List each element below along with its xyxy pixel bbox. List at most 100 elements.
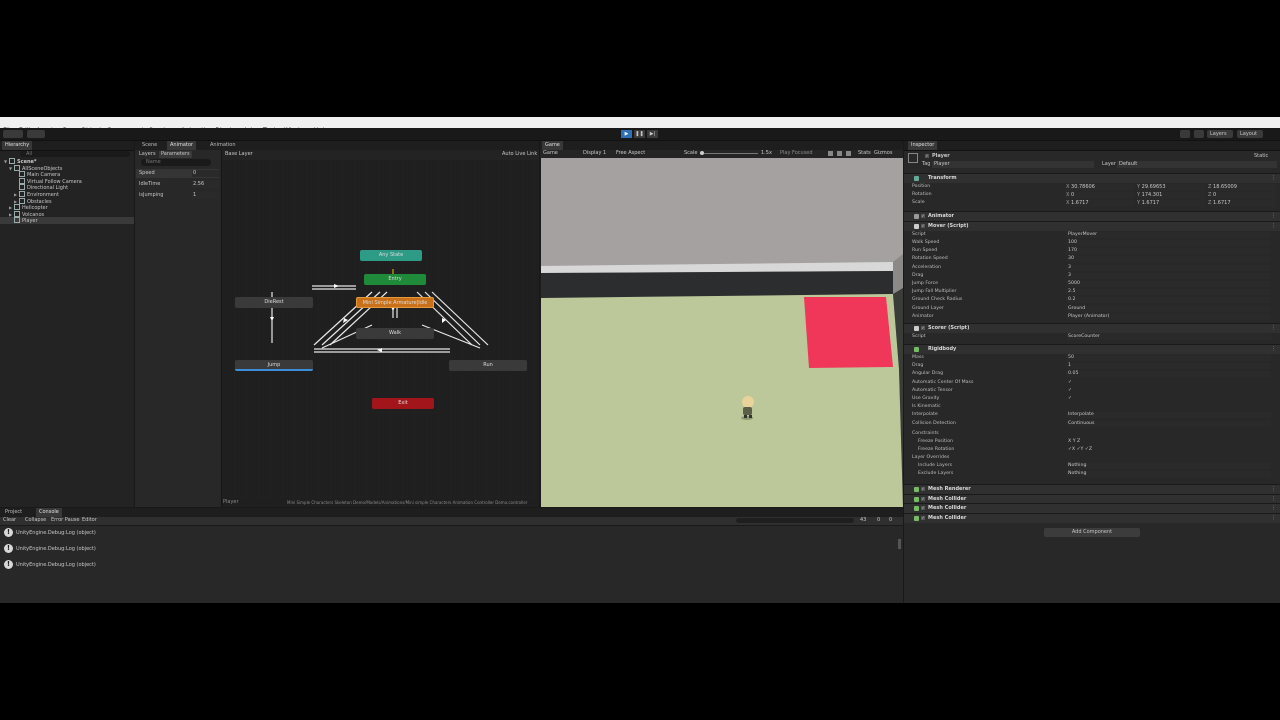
component-header-mesh-collider[interactable]: ✓ Mesh Collider ⋮ [904,512,1280,523]
clear-button[interactable]: Clear [3,517,16,524]
component-header-mesh-collider[interactable]: ✓ Mesh Collider ⋮ [904,503,1280,513]
enabled-checkbox[interactable]: ✓ [921,506,925,510]
constraints-label[interactable]: Constraints [912,431,939,437]
active-checkbox[interactable]: ✓ [925,154,929,158]
mover-field[interactable]: 30 [1066,256,1271,263]
mover-field[interactable]: 5000 [1066,281,1271,287]
console-log-row[interactable]: ! UnityEngine.Debug:Log (object) [0,542,900,558]
rigidbody-field[interactable] [1066,404,1271,410]
tab-inspector[interactable]: Inspector [908,141,938,150]
tab-animator[interactable]: Animator [167,141,196,150]
console-scrollbar[interactable] [898,539,901,549]
warn-count[interactable]: 43 [860,517,866,524]
rigidbody-field[interactable]: ✓ [1066,380,1271,386]
transform-scale-x-field[interactable]: X 1.6717 [1066,200,1134,207]
add-component-button[interactable]: Add Component [1044,528,1140,537]
rigidbody-field[interactable]: ✓ [1066,388,1271,394]
stats-button[interactable]: Stats [858,150,871,157]
mover-script-field[interactable]: PlayerMover [1066,232,1271,238]
history-icon[interactable] [1180,130,1190,138]
console-search-input[interactable] [736,518,854,523]
state-walk[interactable]: Walk [356,328,434,339]
mover-script-header[interactable]: ✓ Mover (Script) ⋮ [904,221,1280,231]
transform-position-label[interactable]: Position [912,184,930,190]
transform-position-y-field[interactable]: Y 29.69653 [1137,184,1205,191]
mover-field[interactable]: Player (Animator) [1066,313,1271,320]
mover-field[interactable]: 0.2 [1066,297,1271,304]
hierarchy-search-input[interactable]: All [20,151,130,157]
step-button[interactable]: ▶| [647,130,658,138]
parameter-value-input[interactable]: 2.56 [192,181,219,188]
mover-field[interactable]: 3 [1066,272,1271,279]
aspect-dropdown[interactable]: Free Aspect [616,150,645,157]
layer-dropdown[interactable]: Default [1117,161,1277,168]
state-jump[interactable]: Jump [235,360,313,371]
scale-slider[interactable] [700,151,758,155]
state-any-state[interactable]: Any State [360,250,422,261]
include-layers-dropdown[interactable]: Nothing [1066,463,1271,469]
error-count[interactable]: 0 [877,517,880,524]
component-header-mesh-renderer[interactable]: ✓ Mesh Renderer ⋮ [904,484,1280,494]
transform-position-z-field[interactable]: Z 18.65009 [1208,184,1276,191]
exclude-layers-dropdown[interactable]: Nothing [1066,471,1271,477]
object-name-field[interactable]: Player [932,153,950,160]
state-run[interactable]: Run [449,360,527,371]
static-toggle[interactable]: Static [1254,153,1268,160]
parameters-tab[interactable]: Parameters [159,151,192,158]
rigidbody-field[interactable]: 0.05 [1066,371,1271,378]
mover-field[interactable]: 3 [1066,264,1271,271]
transform-rotation-x-field[interactable]: X 0 [1066,192,1134,199]
tab-game[interactable]: Game [542,141,563,150]
editor-dropdown[interactable]: Editor [82,517,97,524]
search-icon[interactable] [1194,130,1204,138]
component-menu-icon[interactable]: ⋮ [1271,514,1276,523]
mute-icon[interactable] [828,151,833,156]
cloud-button[interactable] [27,130,45,138]
parameter-row[interactable]: IdleTime 2.56 [136,180,219,189]
mover-field[interactable]: 170 [1066,248,1271,255]
component-menu-icon[interactable]: ⋮ [1271,174,1276,183]
tab-console[interactable]: Console [36,508,62,517]
parameter-search-input[interactable]: Name [141,159,211,166]
play-focused-dropdown[interactable]: Play Focused [780,150,813,157]
tab-hierarchy[interactable]: Hierarchy [2,141,33,150]
rigidbody-header[interactable]: Rigidbody ⋮ [904,344,1280,354]
scale-slider-handle[interactable] [700,151,704,155]
scorer-script-header[interactable]: ✓ Scorer (Script) ⋮ [904,323,1280,333]
scorer-script-field[interactable]: ScoreCounter [1066,334,1271,340]
hierarchy-item[interactable]: Player [0,217,134,225]
state-idle[interactable]: Mini Simple Armature|Idle [356,297,434,308]
freeze-rotation-toggles[interactable]: ✓X ✓Y ✓Z [1066,447,1271,453]
rigidbody-field[interactable]: 1 [1066,363,1271,370]
transform-scale-z-field[interactable]: Z 1.6717 [1208,200,1276,207]
animator-header[interactable]: ✓ Animator ⋮ [904,211,1280,221]
audio-icon[interactable] [837,151,842,156]
base-layer-breadcrumb[interactable]: Base Layer [225,151,253,158]
transform-position-x-field[interactable]: X 30.78606 [1066,184,1134,191]
freeze-position-toggles[interactable]: X Y Z [1066,439,1271,445]
mover-field[interactable]: Ground [1066,305,1271,312]
tab-project[interactable]: Project [2,508,25,517]
game-mode-dropdown[interactable]: Game [543,150,558,157]
rigidbody-field[interactable]: ✓ [1066,396,1271,402]
parameter-row[interactable]: isJumping 1 [136,191,219,200]
collapse-button[interactable]: Collapse [25,517,46,524]
gizmos-button[interactable]: Gizmos [874,150,892,157]
tag-dropdown[interactable]: Player [932,161,1094,168]
enabled-checkbox[interactable]: ✓ [921,496,925,501]
rigidbody-field[interactable]: Interpolate [1066,412,1271,419]
mover-field[interactable]: 100 [1066,240,1271,246]
transform-rotation-z-field[interactable]: Z 0 [1208,192,1276,199]
tab-scene[interactable]: Scene [139,141,160,150]
parameter-value-input[interactable]: 1 [192,192,219,199]
layers-dropdown[interactable]: Layers [1207,130,1233,138]
state-dies[interactable]: DieRest [235,297,313,308]
transform-header[interactable]: Transform ⋮ [904,173,1280,183]
console-log-row[interactable]: ! UnityEngine.Debug:Log (object) [0,526,900,542]
rigidbody-field[interactable]: 50 [1066,355,1271,361]
state-entry[interactable]: Entry [364,274,426,285]
shortcuts-icon[interactable] [846,151,851,156]
auto-live-link-button[interactable]: Auto Live Link [502,151,537,158]
rigidbody-field[interactable]: Continuous [1066,420,1271,427]
account-button[interactable] [3,130,23,138]
